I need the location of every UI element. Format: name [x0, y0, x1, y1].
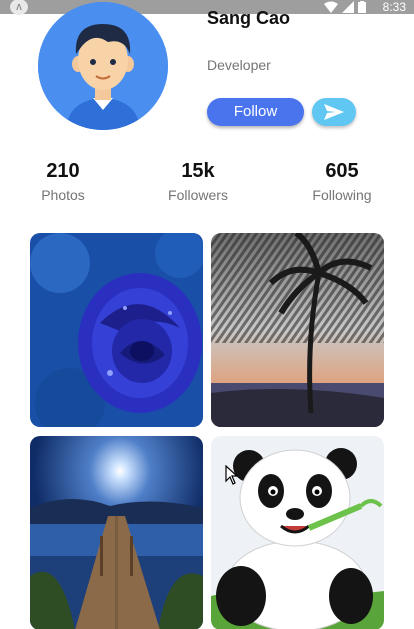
stat-value: 15k: [181, 160, 215, 182]
photo-blue-rose[interactable]: [30, 233, 203, 427]
mouse-cursor-icon: [225, 465, 239, 485]
stat-label: Followers: [168, 187, 228, 203]
android-icon: ʌ: [10, 0, 28, 15]
status-time: 8:33: [382, 0, 406, 14]
stat-label: Photos: [41, 187, 85, 203]
blue-rose-image: [30, 233, 203, 427]
palm-tree-image: [211, 233, 384, 427]
user-avatar-icon: [38, 2, 168, 130]
profile-role: Developer: [207, 57, 271, 73]
profile-screen: ʌ 8:33 Sang Cao Developer Follow 210 Pho…: [0, 0, 414, 629]
stat-photos[interactable]: 210 Photos: [8, 158, 118, 206]
photo-lake-pier[interactable]: [30, 436, 203, 629]
photo-palm-tree[interactable]: [211, 233, 384, 427]
profile-name: Sang Cao: [207, 8, 291, 28]
stat-value: 210: [46, 160, 80, 182]
avatar[interactable]: [38, 2, 168, 130]
wifi-icon: [324, 1, 338, 13]
lake-pier-image: [30, 436, 203, 629]
send-icon: [324, 104, 344, 120]
profile-stats: 210 Photos 15k Followers 605 Following: [0, 158, 414, 208]
stat-followers[interactable]: 15k Followers: [143, 158, 253, 206]
stat-label: Following: [312, 187, 372, 203]
battery-icon: [358, 1, 366, 13]
signal-icon: [342, 1, 354, 13]
stat-value: 605: [325, 160, 359, 182]
send-button[interactable]: [312, 98, 356, 126]
follow-button[interactable]: Follow: [207, 98, 304, 126]
status-icons: [324, 1, 366, 13]
stat-following[interactable]: 605 Following: [287, 158, 397, 206]
